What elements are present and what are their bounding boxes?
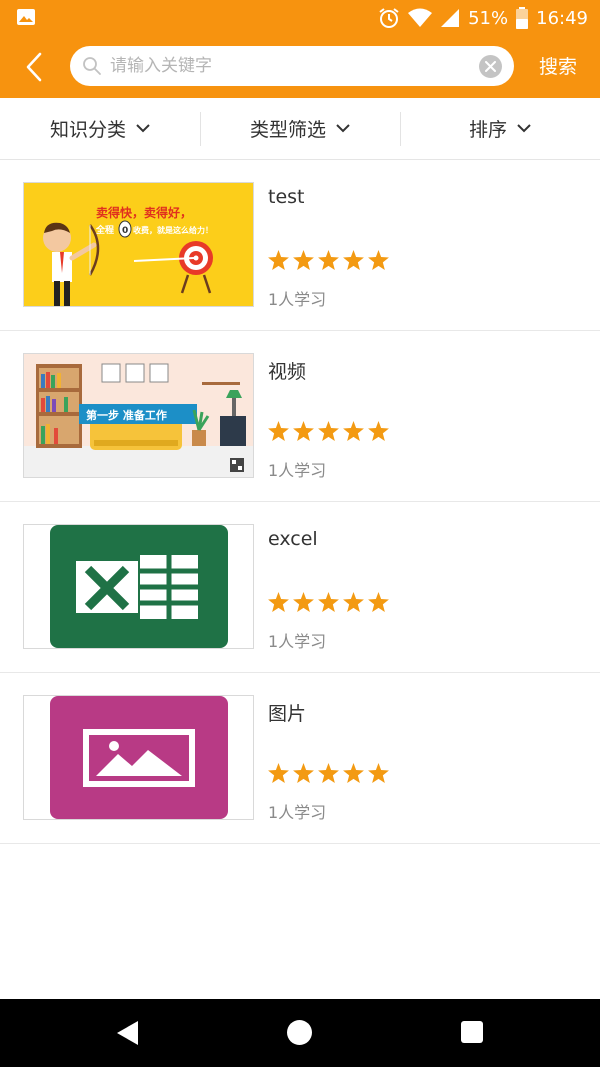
- rating-stars: [268, 763, 389, 783]
- star-icon: [268, 763, 289, 783]
- chevron-left-icon: [26, 52, 42, 82]
- app-header: 搜索: [0, 36, 600, 98]
- excel-icon: [24, 525, 253, 648]
- star-icon: [343, 592, 364, 612]
- course-item[interactable]: 第一步 准备工作 视频 1人学习: [0, 331, 600, 502]
- svg-text:卖得快，卖得好，: 卖得快，卖得好，: [96, 205, 192, 220]
- wifi-icon: [408, 8, 433, 27]
- search-button[interactable]: 搜索: [528, 52, 588, 82]
- star-icon: [318, 763, 339, 783]
- star-icon: [318, 421, 339, 441]
- star-icon: [343, 250, 364, 270]
- signal-icon: [441, 9, 460, 27]
- chevron-down-icon: [517, 124, 531, 133]
- battery-icon: [516, 7, 529, 29]
- svg-text:第一步 准备工作: 第一步 准备工作: [86, 408, 167, 422]
- home-circle-icon[interactable]: [287, 1020, 312, 1045]
- room-illustration-image: 第一步 准备工作: [24, 354, 253, 477]
- filter-bar: 知识分类 类型筛选 排序: [0, 98, 600, 160]
- search-box[interactable]: [70, 46, 514, 86]
- star-icon: [268, 592, 289, 612]
- course-list: 卖得快，卖得好， 全程 0 收费，就是这么给力！ test 1人学习 第一步 准…: [0, 160, 600, 844]
- star-icon: [368, 250, 389, 270]
- close-icon: [485, 61, 496, 72]
- star-icon: [318, 250, 339, 270]
- course-thumbnail: [23, 524, 254, 649]
- star-icon: [368, 592, 389, 612]
- chevron-down-icon: [136, 124, 150, 133]
- course-title: 视频: [268, 361, 307, 383]
- battery-percent: 51%: [468, 7, 509, 29]
- star-icon: [293, 250, 314, 270]
- back-button[interactable]: [18, 50, 50, 84]
- star-icon: [368, 421, 389, 441]
- course-title: 图片: [268, 703, 307, 725]
- rating-stars: [268, 250, 389, 270]
- filter-label: 知识分类: [49, 119, 126, 141]
- rating-stars: [268, 592, 389, 612]
- star-icon: [268, 250, 289, 270]
- alarm-icon: [379, 8, 399, 28]
- course-thumbnail: [23, 695, 254, 820]
- recents-square-icon[interactable]: [461, 1021, 483, 1043]
- search-icon: [83, 57, 101, 75]
- course-item[interactable]: 卖得快，卖得好， 全程 0 收费，就是这么给力！ test 1人学习: [0, 160, 600, 331]
- filter-type[interactable]: 类型筛选: [200, 98, 400, 159]
- star-icon: [343, 763, 364, 783]
- svg-text:收费，就是这么给力！: 收费，就是这么给力！: [133, 225, 213, 235]
- filter-sort[interactable]: 排序: [400, 98, 600, 159]
- course-thumbnail: 卖得快，卖得好， 全程 0 收费，就是这么给力！: [23, 182, 254, 307]
- image-file-icon: [24, 696, 253, 819]
- search-input[interactable]: [110, 46, 470, 86]
- course-item[interactable]: 图片 1人学习: [0, 673, 600, 844]
- course-thumbnail: 第一步 准备工作: [23, 353, 254, 478]
- learner-count: 1人学习: [268, 461, 327, 480]
- learner-count: 1人学习: [268, 290, 327, 309]
- filter-knowledge-category[interactable]: 知识分类: [0, 98, 200, 159]
- course-title: excel: [268, 528, 318, 550]
- chevron-down-icon: [336, 124, 350, 133]
- back-triangle-icon[interactable]: [116, 1020, 140, 1046]
- archery-banner-image: 卖得快，卖得好， 全程 0 收费，就是这么给力！: [24, 183, 253, 306]
- star-icon: [318, 592, 339, 612]
- star-icon: [268, 421, 289, 441]
- star-icon: [343, 421, 364, 441]
- clear-search-button[interactable]: [479, 55, 502, 78]
- course-item[interactable]: excel 1人学习: [0, 502, 600, 673]
- star-icon: [293, 592, 314, 612]
- learner-count: 1人学习: [268, 632, 327, 651]
- star-icon: [293, 763, 314, 783]
- clock-time: 16:49: [536, 7, 588, 29]
- image-notification-icon: [17, 9, 35, 25]
- filter-label: 排序: [468, 119, 507, 141]
- star-icon: [293, 421, 314, 441]
- star-icon: [368, 763, 389, 783]
- svg-text:全程: 全程: [95, 224, 114, 236]
- filter-label: 类型筛选: [249, 119, 326, 141]
- svg-text:0: 0: [122, 226, 128, 236]
- course-title: test: [268, 186, 305, 208]
- status-bar: 51% 16:49: [0, 0, 600, 36]
- rating-stars: [268, 421, 389, 441]
- system-nav-bar: [0, 999, 600, 1067]
- learner-count: 1人学习: [268, 803, 327, 822]
